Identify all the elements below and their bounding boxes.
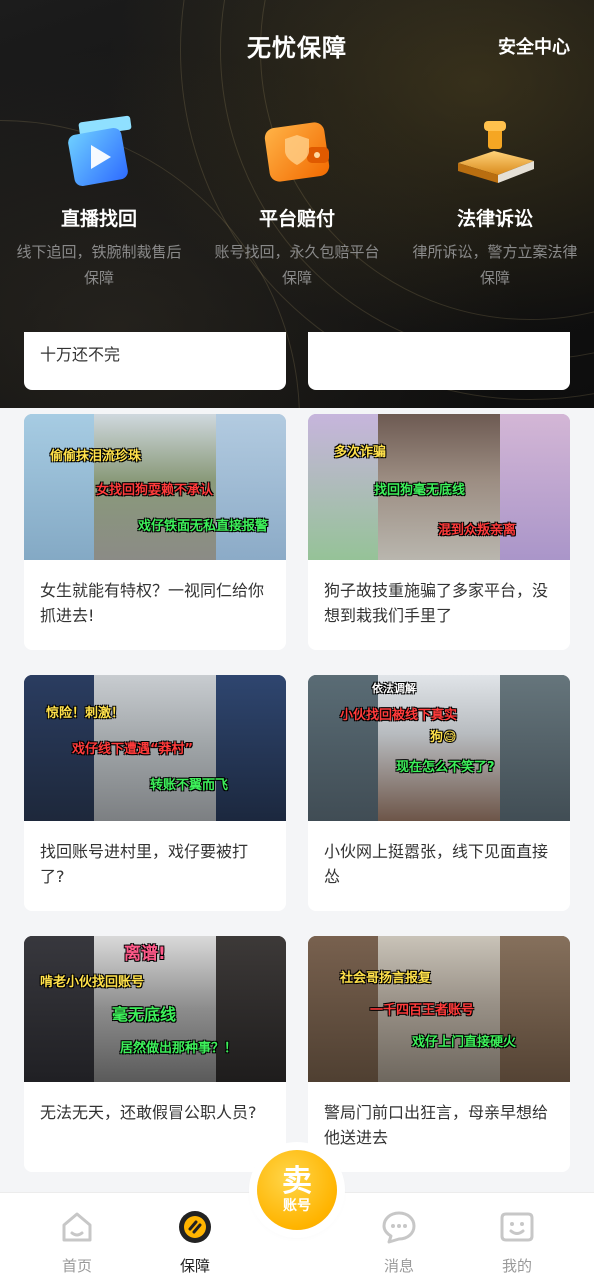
home-icon: [62, 1212, 92, 1242]
card-title: 警局门前口出狂言，母亲早想给他送进去: [324, 1103, 549, 1147]
tab-messages[interactable]: 消息: [359, 1193, 439, 1276]
feature-title: 平台赔付: [258, 208, 335, 230]
thumbnail-caption: 小伙找回被线下真实: [340, 708, 458, 723]
thumbnail-caption: 惊险！刺激！: [46, 706, 125, 721]
video-thumbnail: 偷偷抹泪流珍珠 女找回狗耍赖不承认 戏仔铁面无私直接报警: [24, 414, 286, 560]
sell-button-main-label: 卖: [282, 1164, 312, 1199]
video-card[interactable]: 多次诈骗 找回狗毫无底线 混到众叛亲离 狗子故技重施骗了多家平台，没想到栽我们手…: [308, 414, 570, 650]
chat-bubble-icon: [382, 1211, 416, 1244]
feature-desc: 线下追回，铁腕制裁售后保障: [16, 243, 182, 287]
thumbnail-caption: 毫无底线: [112, 1005, 177, 1024]
tab-label: 我的: [501, 1257, 532, 1275]
video-thumbnail: 离谱! 啃老小伙找回账号 毫无底线 居然做出那种事？！: [24, 936, 286, 1082]
partial-card-left-overlay[interactable]: 十万还不完: [24, 332, 286, 390]
feature-row: 直播找回 线下追回，铁腕制裁售后保障 平台赔付 账号找回，永久包赔平台保障 法律…: [0, 110, 594, 291]
feature-desc: 律所诉讼，警方立案法律保障: [412, 243, 578, 287]
thumbnail-caption: 戏仔上门直接硬火: [412, 1035, 517, 1050]
thumbnail-caption: 依法调解: [372, 682, 416, 695]
card-title: 无法无天，还敢假冒公职人员?: [40, 1103, 257, 1122]
thumbnail-caption: 居然做出那种事？！: [120, 1041, 238, 1056]
card-title: 找回账号进村里，戏仔要被打了?: [40, 842, 249, 886]
video-play-icon: [68, 115, 132, 187]
video-card[interactable]: 社会哥扬言报复 一千四百王者账号 戏仔上门直接硬火 警局门前口出狂言，母亲早想给…: [308, 936, 570, 1172]
tab-label: 消息: [383, 1257, 414, 1275]
tab-label: 首页: [61, 1257, 92, 1275]
video-thumbnail: 多次诈骗 找回狗毫无底线 混到众叛亲离: [308, 414, 570, 560]
wallet-shield-icon: [264, 122, 330, 182]
thumbnail-caption: 现在怎么不笑了?: [396, 760, 495, 775]
thumbnail-caption: 女找回狗耍赖不承认: [96, 483, 214, 498]
thumbnail-caption: 戏仔线下遭遇“莽村”: [72, 742, 194, 757]
thumbnail-caption: 啃老小伙找回账号: [40, 975, 145, 990]
partial-card-right-overlay[interactable]: [308, 332, 570, 390]
feature-platform-compensation[interactable]: 平台赔付 账号找回，永久包赔平台保障: [198, 110, 396, 291]
smile-face-icon: [500, 1212, 534, 1242]
feature-title: 直播找回: [60, 208, 137, 230]
video-thumbnail: 依法调解 小伙找回被线下真实 狗😅 现在怎么不笑了?: [308, 675, 570, 821]
card-title: 十万还不完: [40, 345, 121, 364]
thumbnail-caption: 离谱!: [124, 944, 166, 964]
feature-desc: 账号找回，永久包赔平台保障: [214, 243, 380, 287]
thumbnail-caption: 多次诈骗: [334, 445, 387, 460]
feature-live-recovery[interactable]: 直播找回 线下追回，铁腕制裁售后保障: [0, 110, 198, 291]
video-card[interactable]: 惊险！刺激！ 戏仔线下遭遇“莽村” 转账不翼而飞 找回账号进村里，戏仔要被打了?: [24, 675, 286, 911]
tab-guarantee[interactable]: 保障: [155, 1193, 235, 1276]
thumbnail-caption: 找回狗毫无底线: [374, 483, 466, 498]
thumbnail-caption: 社会哥扬言报复: [340, 971, 432, 986]
thumbnail-caption: 混到众叛亲离: [438, 523, 517, 538]
video-card[interactable]: 离谱! 啃老小伙找回账号 毫无底线 居然做出那种事？！ 无法无天，还敢假冒公职人…: [24, 936, 286, 1172]
thumbnail-caption: 转账不翼而飞: [150, 778, 229, 793]
sell-account-button[interactable]: 卖 账号: [257, 1150, 337, 1230]
tab-home[interactable]: 首页: [37, 1193, 117, 1276]
tab-label: 保障: [179, 1257, 210, 1275]
video-card[interactable]: 依法调解 小伙找回被线下真实 狗😅 现在怎么不笑了? 小伙网上挺嚣张，线下见面直…: [308, 675, 570, 911]
card-title: 小伙网上挺嚣张，线下见面直接怂: [324, 842, 549, 886]
gavel-book-icon: [458, 121, 534, 183]
video-thumbnail: 惊险！刺激！ 戏仔线下遭遇“莽村” 转账不翼而飞: [24, 675, 286, 821]
thumbnail-caption: 戏仔铁面无私直接报警: [138, 519, 269, 534]
shield-icon: [179, 1211, 211, 1243]
card-title: 狗子故技重施骗了多家平台，没想到栽我们手里了: [324, 581, 549, 625]
tab-profile[interactable]: 我的: [477, 1193, 557, 1276]
feature-legal-action[interactable]: 法律诉讼 律所诉讼，警方立案法律保障: [396, 110, 594, 291]
thumbnail-caption: 一千四百王者账号: [370, 1003, 475, 1018]
video-card[interactable]: 偷偷抹泪流珍珠 女找回狗耍赖不承认 戏仔铁面无私直接报警 女生就能有特权？一视同…: [24, 414, 286, 650]
thumbnail-caption: 偷偷抹泪流珍珠: [50, 449, 142, 464]
safety-center-link[interactable]: 安全中心: [498, 33, 570, 59]
thumbnail-caption: 狗😅: [430, 730, 457, 745]
card-title: 女生就能有特权？一视同仁给你抓进去!: [40, 581, 265, 625]
video-thumbnail: 社会哥扬言报复 一千四百王者账号 戏仔上门直接硬火: [308, 936, 570, 1082]
sell-button-sub-label: 账号: [283, 1198, 311, 1214]
feature-title: 法律诉讼: [456, 208, 533, 230]
